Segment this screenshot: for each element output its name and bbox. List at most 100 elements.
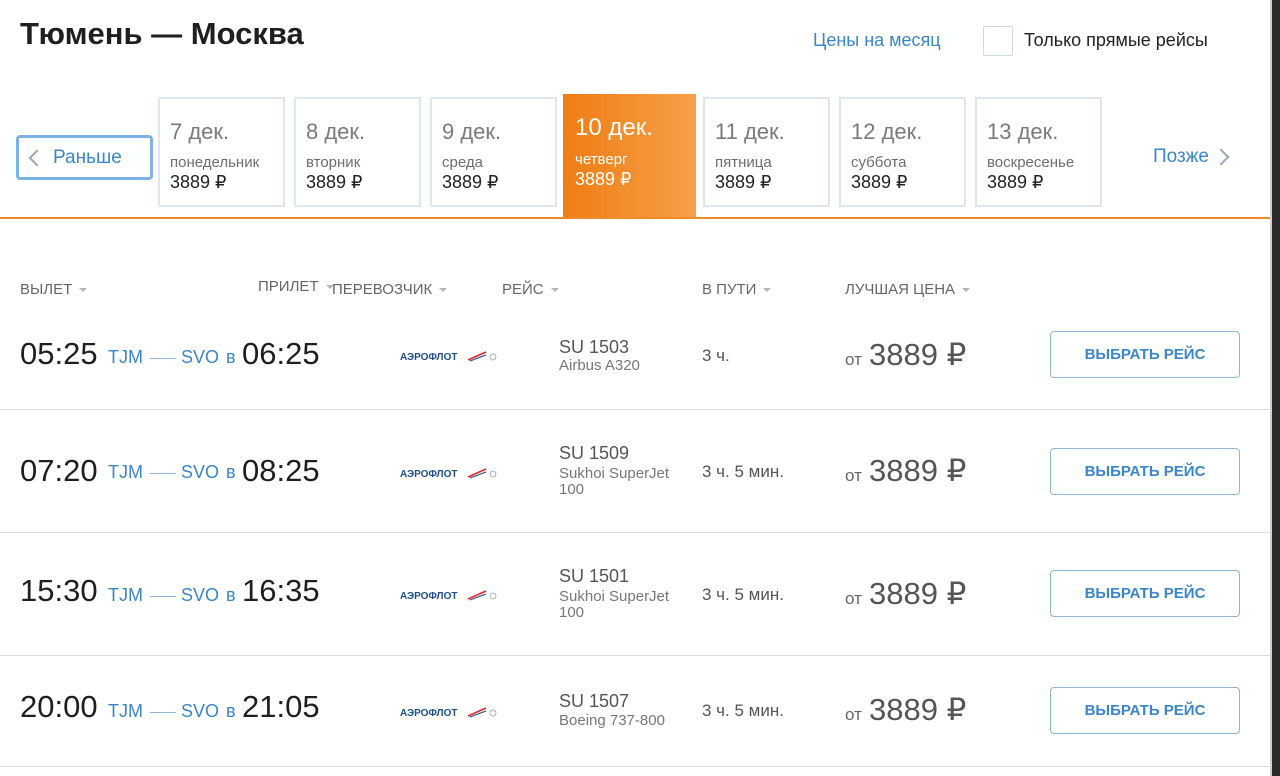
date-day: 13 дек. <box>987 119 1059 144</box>
flight-number: SU 1507 <box>559 691 630 711</box>
aeroflot-logo-icon: АЭРОФЛОТ <box>400 468 497 480</box>
aircraft-type: Sukhoi SuperJet 100 <box>559 588 670 621</box>
header-carrier: ПЕРЕВОЗЧИК <box>332 281 433 298</box>
date-weekday: понедельник <box>170 154 260 171</box>
date-weekday: пятница <box>715 154 772 171</box>
date-card-active[interactable]: 10 дек. четверг 3889 ₽ <box>563 94 696 219</box>
date-card[interactable]: 13 дек. воскресенье 3889 ₽ <box>975 97 1102 207</box>
price-from-label: от <box>845 350 862 369</box>
carrier-logo-text: АЭРОФЛОТ <box>400 591 457 602</box>
header-duration: В ПУТИ <box>702 281 757 298</box>
sort-arrow-icon <box>962 287 971 292</box>
date-nav-divider <box>0 217 1270 219</box>
in-word: в <box>226 585 236 605</box>
departure-time: 07:20 <box>20 453 98 488</box>
flight-duration: 3 ч. 5 мин. <box>702 585 784 604</box>
row-divider <box>0 532 1270 533</box>
sort-arrow-icon <box>550 287 559 292</box>
date-weekday: среда <box>442 154 483 171</box>
header-best-price: ЛУЧШАЯ ЦЕНА <box>845 281 956 298</box>
window-edge <box>1272 0 1280 776</box>
date-price: 3889 ₽ <box>575 169 632 189</box>
date-day: 8 дек. <box>306 119 366 144</box>
arrival-airport: SVO <box>181 347 220 367</box>
date-weekday: суббота <box>851 154 907 171</box>
header-departure: ВЫЛЕТ <box>20 281 73 298</box>
date-price: 3889 ₽ <box>306 172 363 192</box>
route-dash <box>150 358 176 359</box>
flight-duration: 3 ч. 5 мин. <box>702 462 784 481</box>
route-dash <box>150 712 176 713</box>
route-title: Тюмень — Москва <box>20 16 304 51</box>
date-card[interactable]: 12 дек. суббота 3889 ₽ <box>839 97 966 207</box>
direct-only-label[interactable]: Только прямые рейсы <box>1024 30 1208 51</box>
sort-arrow-icon <box>79 287 88 292</box>
date-card[interactable]: 9 дек. среда 3889 ₽ <box>430 97 557 207</box>
select-flight-button[interactable]: ВЫБРАТЬ РЕЙС <box>1050 331 1240 378</box>
select-flight-button[interactable]: ВЫБРАТЬ РЕЙС <box>1050 570 1240 617</box>
price-from-label: от <box>845 589 862 608</box>
departure-time: 15:30 <box>20 573 98 608</box>
row-divider <box>0 766 1270 767</box>
route-dash <box>150 596 176 597</box>
sort-departure[interactable]: ВЫЛЕТ <box>20 281 88 298</box>
flight-number: SU 1509 <box>559 443 630 463</box>
earlier-label: Раньше <box>53 146 122 168</box>
sort-arrival[interactable]: ПРИЛЕТ <box>258 278 334 295</box>
aircraft-type: Airbus A320 <box>559 357 640 374</box>
sort-best-price[interactable]: ЛУЧШАЯ ЦЕНА <box>845 281 971 298</box>
arrival-time: 08:25 <box>242 453 320 488</box>
date-card[interactable]: 7 дек. понедельник 3889 ₽ <box>158 97 285 207</box>
arrival-airport: SVO <box>181 585 220 605</box>
month-prices-link[interactable]: Цены на месяц <box>813 30 941 51</box>
sort-duration[interactable]: В ПУТИ <box>702 281 772 298</box>
aircraft-type: Boeing 737-800 <box>559 712 665 729</box>
departure-airport: TJM <box>108 347 143 367</box>
date-day: 11 дек. <box>715 119 785 144</box>
departure-airport: TJM <box>108 701 143 721</box>
date-price: 3889 ₽ <box>987 172 1044 192</box>
row-divider <box>0 409 1270 410</box>
departure-time: 20:00 <box>20 689 98 724</box>
flight-duration: 3 ч. <box>702 346 730 365</box>
aircraft-type: Sukhoi SuperJet 100 <box>559 465 670 498</box>
direct-only-checkbox[interactable] <box>983 26 1013 56</box>
flight-number: SU 1501 <box>559 566 630 586</box>
carrier-logo-text: АЭРОФЛОТ <box>400 469 457 480</box>
date-weekday: четверг <box>575 151 628 168</box>
date-card[interactable]: 8 дек. вторник 3889 ₽ <box>294 97 421 207</box>
date-price: 3889 ₽ <box>170 172 227 192</box>
date-price: 3889 ₽ <box>715 172 772 192</box>
date-price: 3889 ₽ <box>442 172 499 192</box>
date-day: 9 дек. <box>442 119 502 144</box>
carrier-logo-text: АЭРОФЛОТ <box>400 352 457 363</box>
flight-price: 3889 ₽ <box>869 576 967 611</box>
date-card[interactable]: 11 дек. пятница 3889 ₽ <box>703 97 830 207</box>
date-day: 10 дек. <box>575 114 653 141</box>
chevron-right-icon <box>1212 148 1230 166</box>
arrival-airport: SVO <box>181 701 220 721</box>
in-word: в <box>226 347 236 367</box>
arrival-airport: SVO <box>181 462 220 482</box>
flight-number: SU 1503 <box>559 337 630 357</box>
carrier-logo-text: АЭРОФЛОТ <box>400 708 457 719</box>
sort-carrier[interactable]: ПЕРЕВОЗЧИК <box>332 281 448 298</box>
sort-flight[interactable]: РЕЙС <box>502 281 559 298</box>
in-word: в <box>226 462 236 482</box>
select-flight-button[interactable]: ВЫБРАТЬ РЕЙС <box>1050 687 1240 734</box>
date-day: 7 дек. <box>170 119 230 144</box>
earlier-button[interactable]: Раньше <box>16 135 153 180</box>
date-day: 12 дек. <box>851 119 923 144</box>
aeroflot-logo-icon: АЭРОФЛОТ <box>400 707 497 719</box>
departure-time: 05:25 <box>20 336 98 371</box>
in-word: в <box>226 701 236 721</box>
date-weekday: вторник <box>306 154 361 171</box>
chevron-left-icon <box>28 149 46 166</box>
header-flight: РЕЙС <box>502 281 544 298</box>
later-label: Позже <box>1153 146 1209 167</box>
flight-price: 3889 ₽ <box>869 453 967 488</box>
select-flight-button[interactable]: ВЫБРАТЬ РЕЙС <box>1050 448 1240 495</box>
arrival-time: 06:25 <box>242 336 320 371</box>
later-button[interactable]: Позже <box>1153 146 1230 168</box>
header-arrival: ПРИЛЕТ <box>258 278 319 295</box>
